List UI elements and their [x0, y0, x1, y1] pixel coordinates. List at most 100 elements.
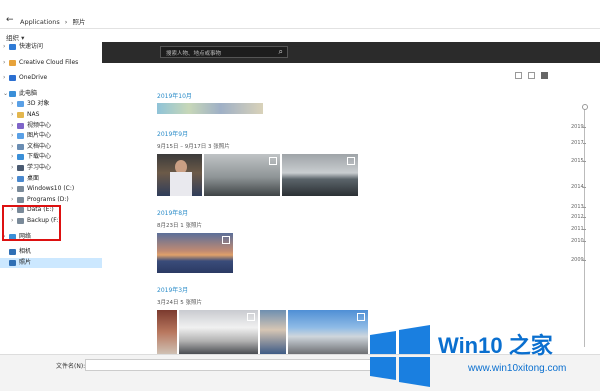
expand-chevron-icon[interactable]: ›: [11, 184, 13, 195]
folder-icon: [17, 122, 24, 129]
highlight-box: [2, 205, 61, 241]
organize-menu[interactable]: 组织 ▾: [6, 32, 24, 42]
expand-chevron-icon[interactable]: ›: [11, 110, 13, 121]
sidebar-item[interactable]: › 桌面: [0, 174, 102, 185]
select-checkbox[interactable]: [269, 157, 277, 165]
sidebar-item-label: 桌面: [27, 174, 40, 182]
select-checkbox[interactable]: [222, 236, 230, 244]
photo-thumbnail[interactable]: [157, 310, 177, 354]
select-checkbox[interactable]: [347, 157, 355, 165]
sidebar-item-label: 下载中心: [27, 153, 52, 161]
sidebar-item[interactable]: › 视频中心: [0, 121, 102, 132]
expand-chevron-icon[interactable]: ›: [11, 152, 13, 163]
sidebar-item-label: 文档中心: [27, 142, 52, 150]
folder-icon: [9, 259, 16, 266]
folder-icon: [17, 196, 24, 203]
sidebar-item-label: 图片中心: [27, 132, 52, 140]
expand-chevron-icon[interactable]: ›: [3, 73, 5, 84]
small-view-icon[interactable]: [515, 72, 522, 79]
breadcrumb-applications[interactable]: Applications: [20, 18, 60, 26]
sidebar-item-label: 学习中心: [27, 163, 52, 171]
select-checkbox[interactable]: [357, 313, 365, 321]
timeline-year[interactable]: 2010: [571, 238, 586, 244]
sidebar-item[interactable]: 相机: [0, 247, 102, 258]
select-checkbox[interactable]: [247, 313, 255, 321]
month-header[interactable]: 2019年3月: [157, 285, 188, 294]
folder-icon: [17, 175, 24, 182]
expand-chevron-icon[interactable]: ›: [11, 142, 13, 153]
breadcrumb-photos[interactable]: 照片: [72, 18, 85, 26]
expand-chevron-icon[interactable]: ›: [11, 121, 13, 132]
photo-thumbnail[interactable]: [204, 154, 280, 196]
date-range-label: 9月15日 – 9月17日 3 张照片: [157, 144, 230, 150]
command-bar: 组织 ▾: [0, 30, 600, 42]
sidebar-item[interactable]: › Windows10 (C:): [0, 184, 102, 195]
timeline-scrubber[interactable]: 2019 2017 2015 2014 2013 2012 2011 2010 2009: [571, 104, 600, 354]
medium-view-icon[interactable]: [528, 72, 535, 79]
folder-icon: [17, 101, 24, 108]
sidebar-item[interactable]: › 快速访问: [0, 42, 102, 53]
timeline-year[interactable]: 2019: [571, 124, 586, 130]
timeline-year[interactable]: 2017: [571, 140, 586, 146]
search-placeholder: 搜索人物、地点或事物: [166, 51, 222, 57]
photo-thumbnail[interactable]: [157, 103, 263, 114]
expand-chevron-icon[interactable]: ›: [11, 131, 13, 142]
photo-thumbnail[interactable]: [260, 310, 286, 354]
sidebar-item[interactable]: › Creative Cloud Files: [0, 58, 102, 69]
month-header[interactable]: 2019年10月: [157, 91, 192, 100]
sidebar-item[interactable]: › 学习中心: [0, 163, 102, 174]
expand-chevron-icon[interactable]: ›: [3, 58, 5, 69]
timeline-year[interactable]: 2015: [571, 158, 586, 164]
expand-chevron-icon[interactable]: ›: [11, 99, 13, 110]
timeline-year[interactable]: 2013: [571, 204, 586, 210]
breadcrumb-separator: ›: [64, 18, 68, 26]
photo-thumbnail[interactable]: [288, 310, 368, 354]
address-bar[interactable]: ← Applications › 照片: [0, 12, 600, 29]
sidebar-item[interactable]: › 3D 对象: [0, 99, 102, 110]
expand-chevron-icon[interactable]: ›: [11, 195, 13, 206]
sidebar-item-label: 快速访问: [19, 43, 44, 50]
logo-url: www.win10xitong.com: [468, 363, 567, 374]
sidebar-item[interactable]: 照片: [0, 257, 102, 269]
month-header[interactable]: 2019年8月: [157, 208, 188, 217]
photo-thumbnail[interactable]: [282, 154, 358, 196]
back-arrow-icon[interactable]: ←: [6, 15, 14, 25]
sidebar-item-label: 照片: [19, 258, 32, 266]
sidebar-item[interactable]: › 图片中心: [0, 131, 102, 142]
timeline-handle[interactable]: [582, 104, 588, 110]
sidebar-item-label: Windows10 (C:): [27, 185, 75, 193]
folder-icon: [17, 186, 24, 193]
sidebar-item[interactable]: ⌄ 此电脑: [0, 89, 102, 100]
photo-thumbnail[interactable]: [157, 154, 202, 196]
sidebar-item-label: NAS: [27, 110, 40, 118]
timeline-year[interactable]: 2012: [571, 214, 586, 220]
breadcrumb[interactable]: Applications › 照片: [20, 16, 88, 26]
file-name-input[interactable]: [85, 359, 387, 371]
folder-icon: [9, 75, 16, 82]
view-toggle[interactable]: [509, 72, 548, 81]
sidebar-item[interactable]: › NAS: [0, 110, 102, 121]
timeline-year[interactable]: 2011: [571, 226, 586, 232]
sidebar-item-label: Creative Cloud Files: [19, 58, 79, 66]
sidebar-item-label: 视频中心: [27, 121, 52, 129]
sidebar-item[interactable]: › 下载中心: [0, 152, 102, 163]
search-icon[interactable]: ⌕: [279, 47, 283, 57]
large-view-icon[interactable]: [541, 72, 548, 79]
photo-thumbnail[interactable]: [179, 310, 258, 354]
file-name-label: 文件名(N):: [56, 363, 86, 370]
expand-chevron-icon[interactable]: ›: [11, 163, 13, 174]
timeline-year[interactable]: 2009: [571, 257, 586, 263]
timeline-year[interactable]: 2014: [571, 184, 586, 190]
logo-title: Win10 之家: [438, 333, 553, 358]
photo-thumbnail[interactable]: [157, 233, 233, 273]
expand-chevron-icon[interactable]: ›: [3, 42, 5, 53]
sidebar-item[interactable]: › OneDrive: [0, 73, 102, 84]
navigation-pane[interactable]: › 快速访问 › Creative Cloud Files › OneDrive ⌄ 此电脑 ›…: [0, 42, 103, 350]
sidebar-item-label: 3D 对象: [27, 100, 50, 108]
sidebar-item[interactable]: › 文档中心: [0, 142, 102, 153]
month-header[interactable]: 2019年9月: [157, 129, 188, 138]
sidebar-item[interactable]: › Programs (D:): [0, 195, 102, 206]
expand-chevron-icon[interactable]: ⌄: [3, 89, 8, 100]
search-input[interactable]: 搜索人物、地点或事物 ⌕: [160, 46, 288, 58]
expand-chevron-icon[interactable]: ›: [11, 174, 13, 185]
